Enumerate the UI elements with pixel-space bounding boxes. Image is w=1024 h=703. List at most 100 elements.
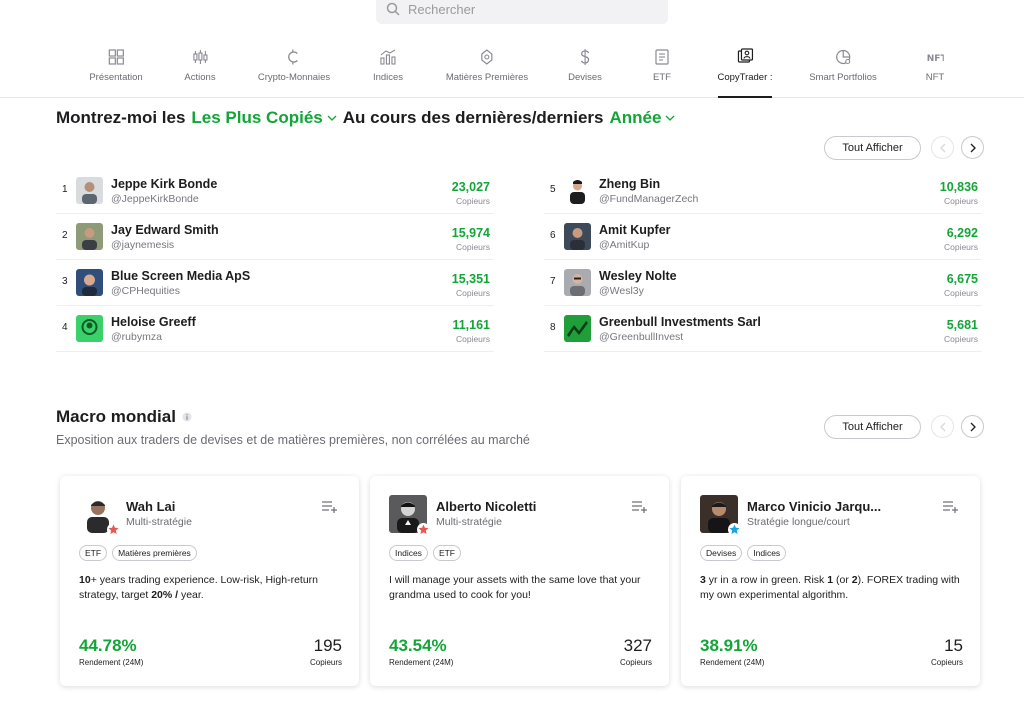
nav-label: Présentation (89, 72, 143, 83)
star-icon (417, 523, 430, 536)
trader-strategy: Multi-stratégie (436, 516, 502, 528)
trader-row[interactable]: 1 Jeppe Kirk Bonde @JeppeKirkBonde 23,02… (56, 168, 494, 214)
trader-row[interactable]: 7 Wesley Nolte @Wesl3y 6,675 Copieurs (544, 260, 982, 306)
avatar (76, 223, 103, 250)
nav-item-commodities[interactable]: Matières Premières (446, 48, 528, 83)
copiers-count: 327 (623, 636, 652, 655)
nav-item-actions[interactable]: Actions (184, 48, 216, 83)
chevron-right-icon (970, 143, 976, 152)
tag-list: ETF Matières premières (79, 545, 197, 561)
avatar (564, 269, 591, 296)
copiers-label: Copieurs (619, 658, 652, 667)
search-icon (386, 2, 400, 16)
star-icon (107, 523, 120, 536)
nav-item-crypto[interactable]: Crypto-Monnaies (258, 48, 330, 83)
trader-handle: @JeppeKirkBonde (111, 193, 199, 205)
tag: ETF (79, 545, 108, 561)
active-tab-indicator (718, 96, 772, 98)
copiers-label: Copieurs (309, 658, 342, 667)
trader-row[interactable]: 3 Blue Screen Media ApS @CPHequities 15,… (56, 260, 494, 306)
tag: Devises (700, 545, 743, 561)
avatar (76, 177, 103, 204)
add-to-watchlist-icon[interactable] (321, 500, 337, 513)
rank: 1 (62, 184, 68, 195)
chevron-down-icon (666, 115, 675, 121)
trader-card[interactable]: Wah Lai Multi-stratégie ETF Matières pre… (60, 476, 359, 686)
add-to-watchlist-icon[interactable] (631, 500, 647, 513)
macro-heading: Macro mondial (56, 407, 192, 427)
search-input[interactable] (408, 1, 648, 17)
nav-label: Devises (568, 72, 602, 83)
avatar (76, 269, 103, 296)
trader-name: Blue Screen Media ApS (111, 269, 251, 283)
show-all-button[interactable]: Tout Afficher (824, 415, 921, 439)
copiers-label: Copieurs (943, 196, 978, 206)
trader-row[interactable]: 8 Greenbull Investments Sarl @GreenbullI… (544, 306, 982, 352)
return-label: Rendement (24M) (389, 658, 454, 667)
next-button[interactable] (961, 136, 984, 159)
trader-handle: @CPHequities (111, 285, 181, 297)
filter-dropdown-sort[interactable]: Les Plus Copiés (191, 108, 337, 128)
trader-row[interactable]: 6 Amit Kupfer @AmitKup 6,292 Copieurs (544, 214, 982, 260)
rank: 5 (550, 184, 556, 195)
nav-label: Matières Premières (445, 72, 529, 83)
copiers-count: 195 (313, 636, 342, 655)
nav-item-etf[interactable]: ETF (653, 48, 671, 83)
trader-name: Zheng Bin (599, 177, 661, 191)
crypto-icon (288, 49, 298, 65)
trader-handle: @jaynemesis (111, 239, 175, 251)
next-button[interactable] (961, 415, 984, 438)
trader-description: 10+ years trading experience. Low-risk, … (79, 574, 318, 601)
trader-strategy: Multi-stratégie (126, 516, 192, 528)
section-title: Macro mondial (56, 407, 176, 426)
avatar (564, 223, 591, 250)
prev-button[interactable] (931, 415, 954, 438)
copiers-count: 6,675 (946, 272, 978, 286)
document-icon (655, 49, 669, 65)
trader-description: I will manage your assets with the same … (389, 574, 641, 601)
return-label: Rendement (24M) (79, 658, 144, 667)
trader-name: Wah Lai (126, 499, 176, 514)
pie-chart-icon (835, 49, 851, 65)
trader-card[interactable]: Marco Vinicio Jarqu... Stratégie longue/… (681, 476, 980, 686)
trader-row[interactable]: 4 Heloise Greeff @rubymza 11,161 Copieur… (56, 306, 494, 352)
return-value: 38.91% (700, 636, 758, 655)
copytrader-icon (737, 48, 753, 63)
trader-handle: @AmitKup (599, 239, 650, 251)
nav-item-presentation[interactable]: Présentation (89, 48, 143, 83)
filter-dropdown-period[interactable]: Année (610, 108, 676, 128)
search-bar[interactable] (376, 0, 668, 24)
nav-item-smart-portfolios[interactable]: Smart Portfolios (809, 48, 877, 83)
trader-name: Jay Edward Smith (111, 223, 219, 237)
top-traders-heading: Montrez-moi les Les Plus Copiés Au cours… (56, 108, 681, 128)
copiers-label: Copieurs (455, 288, 490, 298)
show-all-button[interactable]: Tout Afficher (824, 136, 921, 160)
nav-item-indices[interactable]: Indices (373, 48, 403, 83)
return-value: 43.54% (389, 636, 447, 655)
nav-item-currencies[interactable]: Devises (568, 48, 602, 83)
nav-label: ETF (653, 72, 671, 83)
trader-strategy: Stratégie longue/court (747, 516, 850, 528)
filter-label: Année (609, 108, 662, 127)
copiers-count: 23,027 (451, 180, 490, 194)
star-icon (728, 523, 741, 536)
copiers-count: 15,351 (451, 272, 490, 286)
tag: Indices (389, 545, 428, 561)
nav-label: Actions (184, 72, 216, 83)
copiers-label: Copieurs (455, 196, 490, 206)
trader-card[interactable]: Alberto Nicoletti Multi-stratégie Indice… (370, 476, 669, 686)
trader-row[interactable]: 5 Zheng Bin @FundManagerZech 10,836 Copi… (544, 168, 982, 214)
nav-label: Crypto-Monnaies (257, 72, 331, 83)
copiers-count: 11,161 (452, 318, 490, 332)
prev-button[interactable] (931, 136, 954, 159)
nav-item-nft[interactable]: NFT NFT (926, 48, 944, 83)
info-icon[interactable] (182, 412, 192, 422)
chevron-left-icon (939, 143, 945, 152)
trader-row[interactable]: 2 Jay Edward Smith @jaynemesis 15,974 Co… (56, 214, 494, 260)
add-to-watchlist-icon[interactable] (942, 500, 958, 513)
nav-label: NFT (925, 72, 945, 83)
heading-middle: Au cours des dernières/derniers (342, 108, 604, 127)
rank: 4 (62, 322, 68, 333)
tag: ETF (432, 545, 461, 561)
nav-item-copytrader[interactable]: CopyTrader : (717, 48, 773, 83)
